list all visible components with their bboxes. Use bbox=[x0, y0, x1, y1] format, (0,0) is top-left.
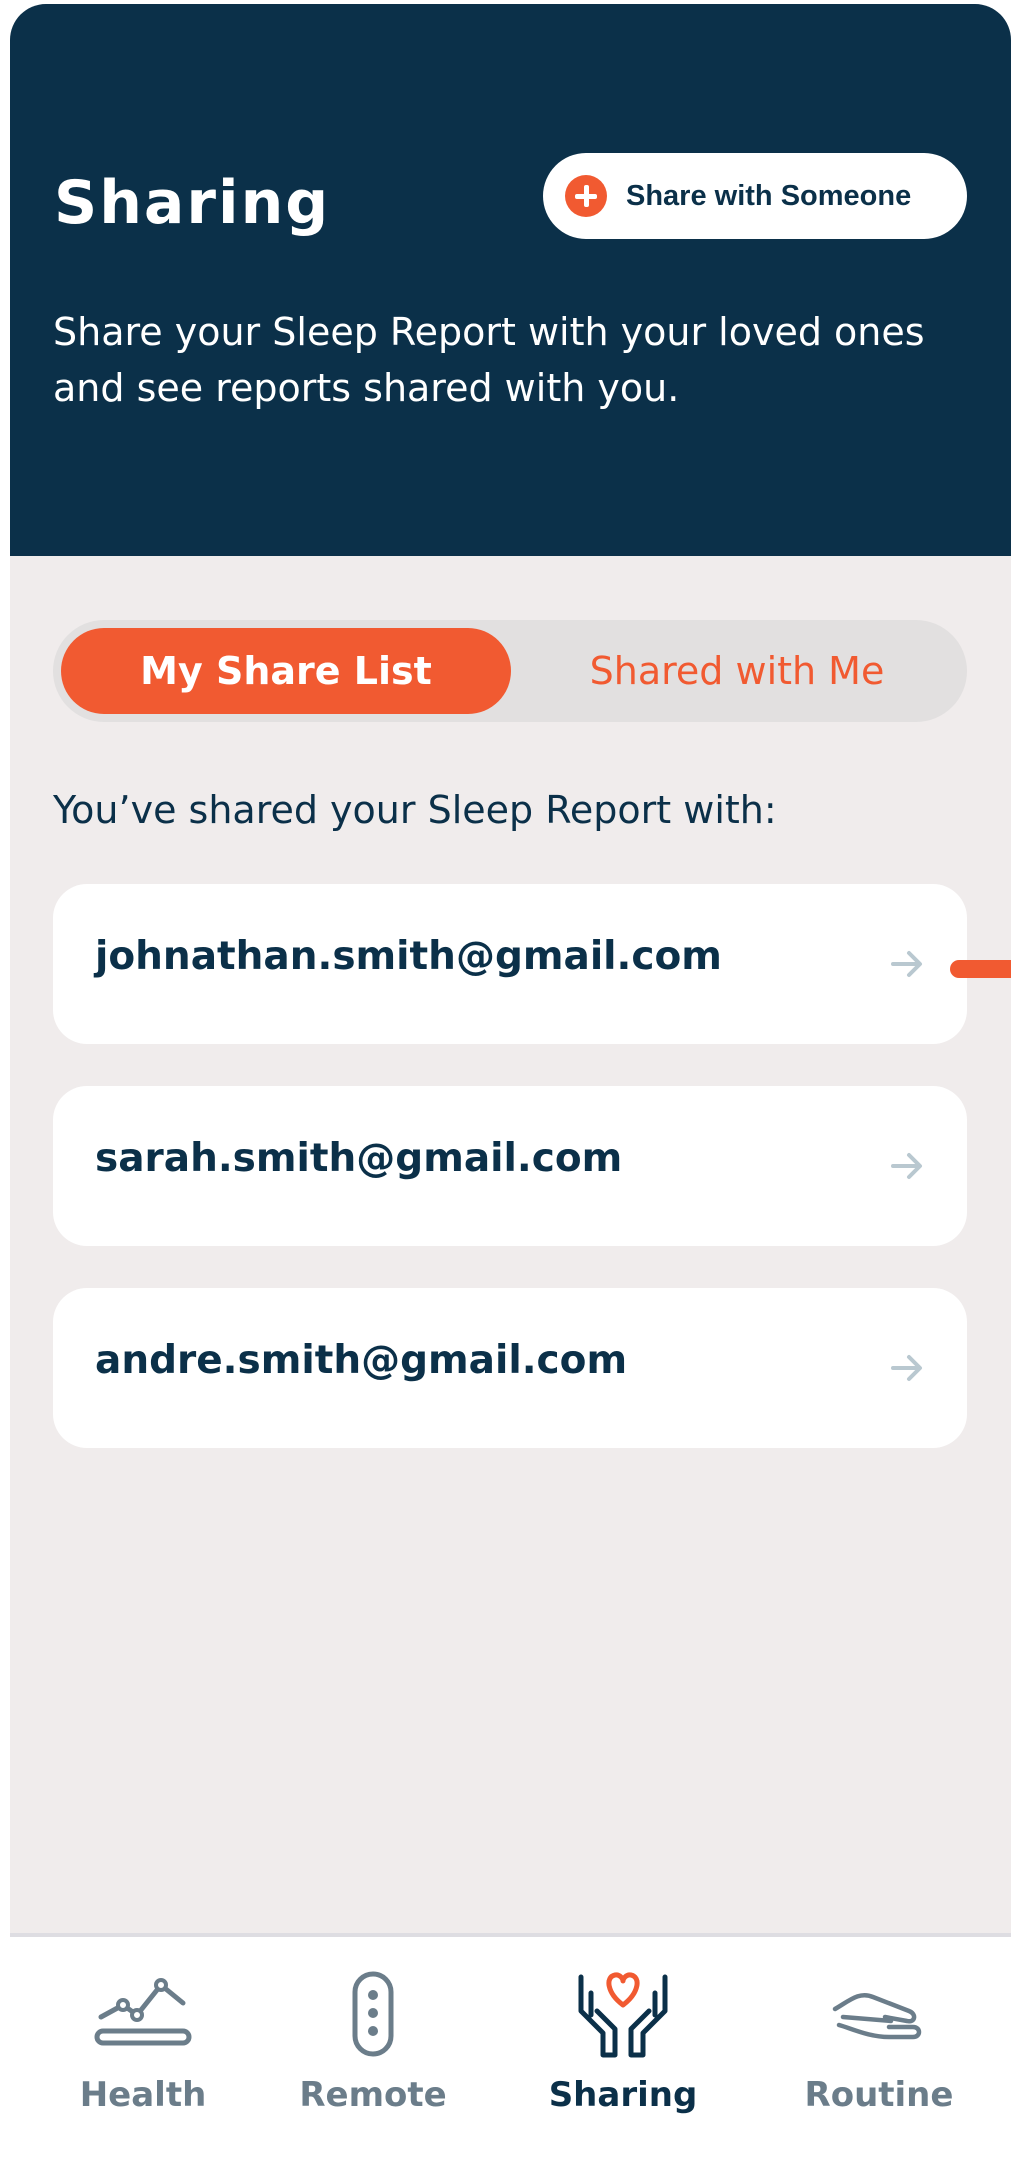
routine-hand-icon bbox=[832, 1992, 922, 2040]
share-list-item[interactable]: andre.smith@gmail.com bbox=[53, 1288, 967, 1448]
remote-icon bbox=[352, 1971, 394, 2057]
intro-text: Share your Sleep Report with your loved … bbox=[53, 310, 925, 410]
share-list-item[interactable]: johnathan.smith@gmail.com bbox=[53, 884, 967, 1044]
sharing-screen: Sharing Share with Someone Share your Sl… bbox=[10, 4, 1011, 2173]
segmented-tabs: My Share List Shared with Me bbox=[53, 620, 967, 722]
page-title: Sharing bbox=[54, 168, 331, 238]
nav-label-sharing: Sharing bbox=[548, 2075, 698, 2115]
email-address: andre.smith@gmail.com bbox=[95, 1338, 628, 1383]
nav-label-health: Health bbox=[79, 2075, 207, 2115]
email-address: johnathan.smith@gmail.com bbox=[95, 934, 722, 979]
bottom-tab-bar: Health Remote Sharing Routine bbox=[10, 1933, 1011, 2173]
arrow-right-icon bbox=[891, 1355, 922, 1381]
arrow-right-icon bbox=[891, 1153, 922, 1179]
plus-circle-icon bbox=[565, 175, 607, 217]
scroll-indicator[interactable] bbox=[950, 960, 1011, 978]
share-list-heading: You’ve shared your Sleep Report with: bbox=[53, 788, 777, 832]
header: Sharing Share with Someone Share your Sl… bbox=[10, 4, 1011, 556]
nav-label-remote: Remote bbox=[299, 2075, 447, 2115]
nav-item-sharing[interactable]: Sharing bbox=[498, 1937, 748, 2173]
arrow-right-icon bbox=[891, 951, 922, 977]
nav-label-routine: Routine bbox=[804, 2075, 954, 2115]
health-chart-icon bbox=[94, 1978, 192, 2046]
share-list-item[interactable]: sarah.smith@gmail.com bbox=[53, 1086, 967, 1246]
hands-heart-icon bbox=[578, 1972, 668, 2058]
share-button-label: Share with Someone bbox=[626, 180, 912, 212]
tab-my-share-list[interactable]: My Share List bbox=[61, 628, 511, 714]
nav-item-routine[interactable]: Routine bbox=[754, 1937, 1004, 2173]
nav-item-remote[interactable]: Remote bbox=[248, 1937, 498, 2173]
tab-shared-with-me[interactable]: Shared with Me bbox=[515, 628, 959, 714]
share-with-someone-button[interactable]: Share with Someone bbox=[543, 153, 967, 239]
nav-item-health[interactable]: Health bbox=[18, 1937, 268, 2173]
email-address: sarah.smith@gmail.com bbox=[95, 1136, 623, 1181]
